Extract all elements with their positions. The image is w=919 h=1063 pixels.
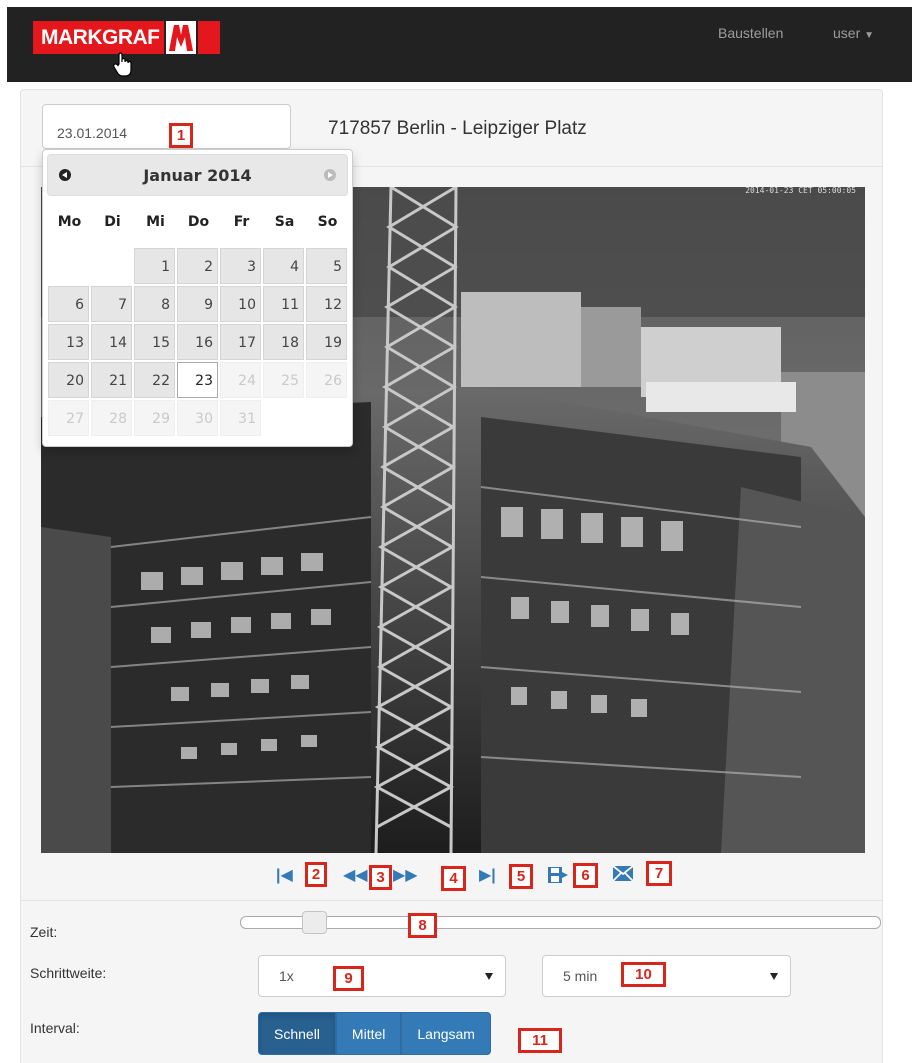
caret-down-icon: ▼ bbox=[864, 30, 875, 41]
schrittweite-label: Schrittweite: bbox=[30, 965, 107, 981]
datepicker-day: 24 bbox=[220, 362, 261, 398]
datepicker-day[interactable]: 4 bbox=[263, 248, 304, 284]
hand-cursor-icon bbox=[113, 52, 133, 83]
datepicker-day[interactable]: 13 bbox=[48, 324, 89, 360]
weekday-label: Di bbox=[104, 214, 121, 230]
speed-select[interactable]: 1x bbox=[258, 955, 506, 997]
logo-bar bbox=[198, 21, 221, 54]
logo-mark-icon bbox=[166, 21, 197, 54]
datepicker-day[interactable]: 15 bbox=[134, 324, 175, 360]
mail-icon[interactable] bbox=[612, 865, 634, 887]
weekday-label: So bbox=[317, 214, 338, 230]
interval-mittel-button[interactable]: Mittel bbox=[335, 1012, 402, 1055]
callout-badge: 7 bbox=[646, 861, 672, 886]
callout-badge: 2 bbox=[305, 862, 327, 887]
date-input[interactable] bbox=[42, 104, 291, 149]
weekday-label: Fr bbox=[233, 214, 250, 230]
datepicker-day[interactable]: 18 bbox=[263, 324, 304, 360]
callout-badge: 9 bbox=[333, 966, 364, 991]
datepicker-header: Januar 2014 bbox=[47, 154, 348, 196]
datepicker-day[interactable]: 20 bbox=[48, 362, 89, 398]
speed-select-value: 1x bbox=[279, 968, 294, 984]
interval-langsam-button[interactable]: Langsam bbox=[401, 1012, 491, 1055]
save-icon[interactable] bbox=[547, 866, 569, 890]
datepicker-day: 26 bbox=[306, 362, 347, 398]
zeit-label: Zeit: bbox=[30, 924, 58, 940]
time-slider-handle[interactable] bbox=[301, 911, 327, 934]
datepicker-day[interactable]: 5 bbox=[306, 248, 347, 284]
datepicker-day[interactable]: 9 bbox=[177, 286, 218, 322]
datepicker-day: 30 bbox=[177, 400, 218, 436]
datepicker-month-title[interactable]: Januar 2014 bbox=[48, 166, 347, 185]
callout-badge: 11 bbox=[518, 1028, 562, 1053]
weekday-label: Mi bbox=[146, 214, 165, 230]
datepicker-day[interactable]: 7 bbox=[91, 286, 132, 322]
datepicker-weekdays: Mo Di Mi Do Fr Sa So bbox=[48, 214, 349, 230]
callout-badge: 4 bbox=[441, 866, 466, 891]
datepicker-day[interactable]: 3 bbox=[220, 248, 261, 284]
datepicker-day[interactable]: 10 bbox=[220, 286, 261, 322]
fast-forward-icon[interactable]: ▶▶ bbox=[393, 866, 418, 886]
datepicker-day[interactable]: 17 bbox=[220, 324, 261, 360]
last-icon[interactable]: ▶| bbox=[479, 866, 496, 886]
datepicker-day[interactable]: 2 bbox=[177, 248, 218, 284]
datepicker-day[interactable]: 12 bbox=[306, 286, 347, 322]
datepicker-day[interactable]: 8 bbox=[134, 286, 175, 322]
chevron-down-icon bbox=[770, 973, 778, 980]
datepicker-day: 29 bbox=[134, 400, 175, 436]
camera-timestamp: 2014-01-23 CET 05:00:05 bbox=[745, 187, 856, 195]
datepicker-day-grid: 1 2 3 4 5 6 7 8 9 10 11 12 13 14 15 16 17 18 19 20 21 22 23 24 2… bbox=[48, 248, 349, 436]
datepicker-day[interactable]: 16 bbox=[177, 324, 218, 360]
weekday-label: Mo bbox=[57, 214, 82, 230]
datepicker-day[interactable]: 6 bbox=[48, 286, 89, 322]
callout-badge: 8 bbox=[408, 913, 437, 938]
datepicker-day[interactable]: 22 bbox=[134, 362, 175, 398]
interval-schnell-button[interactable]: Schnell bbox=[258, 1012, 336, 1055]
datepicker-day: 28 bbox=[91, 400, 132, 436]
datepicker-day: 25 bbox=[263, 362, 304, 398]
callout-badge: 6 bbox=[573, 863, 598, 888]
datepicker-empty-cell bbox=[48, 248, 89, 284]
datepicker-day-selected[interactable]: 23 bbox=[177, 362, 218, 398]
markgraf-logo[interactable]: MARKGRAF bbox=[33, 21, 221, 54]
user-menu-label: user bbox=[833, 25, 861, 41]
step-select-value: 5 min bbox=[563, 968, 598, 984]
site-title: 717857 Berlin - Leipziger Platz bbox=[328, 118, 587, 139]
step-select[interactable]: 5 min bbox=[542, 955, 791, 997]
datepicker-empty-cell bbox=[91, 248, 132, 284]
next-month-icon[interactable] bbox=[324, 169, 336, 181]
panel-divider bbox=[20, 900, 883, 901]
datepicker-popup: Januar 2014 Mo Di Mi Do Fr Sa So 1234567… bbox=[42, 149, 353, 447]
datepicker-day[interactable]: 11 bbox=[263, 286, 304, 322]
chevron-down-icon bbox=[485, 973, 493, 980]
time-slider[interactable] bbox=[240, 916, 881, 929]
nav-baustellen-link[interactable]: Baustellen bbox=[718, 25, 783, 41]
user-menu[interactable]: user ▼ bbox=[833, 25, 874, 41]
weekday-label: Sa bbox=[274, 214, 295, 230]
first-icon[interactable]: |◀ bbox=[276, 866, 293, 886]
datepicker-day[interactable]: 21 bbox=[91, 362, 132, 398]
datepicker-day[interactable]: 1 bbox=[134, 248, 175, 284]
datepicker-day: 27 bbox=[48, 400, 89, 436]
logo-text: MARKGRAF bbox=[33, 21, 165, 54]
datepicker-day[interactable]: 19 bbox=[306, 324, 347, 360]
weekday-label: Do bbox=[187, 214, 210, 230]
callout-badge: 10 bbox=[621, 962, 666, 987]
rewind-icon[interactable]: ◀◀ bbox=[343, 866, 368, 886]
callout-badge: 3 bbox=[369, 865, 392, 890]
datepicker-day: 31 bbox=[220, 400, 261, 436]
interval-label: Interval: bbox=[30, 1020, 80, 1036]
callout-badge: 1 bbox=[169, 123, 193, 148]
top-navbar: MARKGRAF Baustellen user ▼ bbox=[7, 7, 912, 82]
interval-button-group: Schnell Mittel Langsam bbox=[258, 1012, 491, 1055]
datepicker-day[interactable]: 14 bbox=[91, 324, 132, 360]
callout-badge: 5 bbox=[509, 864, 533, 889]
